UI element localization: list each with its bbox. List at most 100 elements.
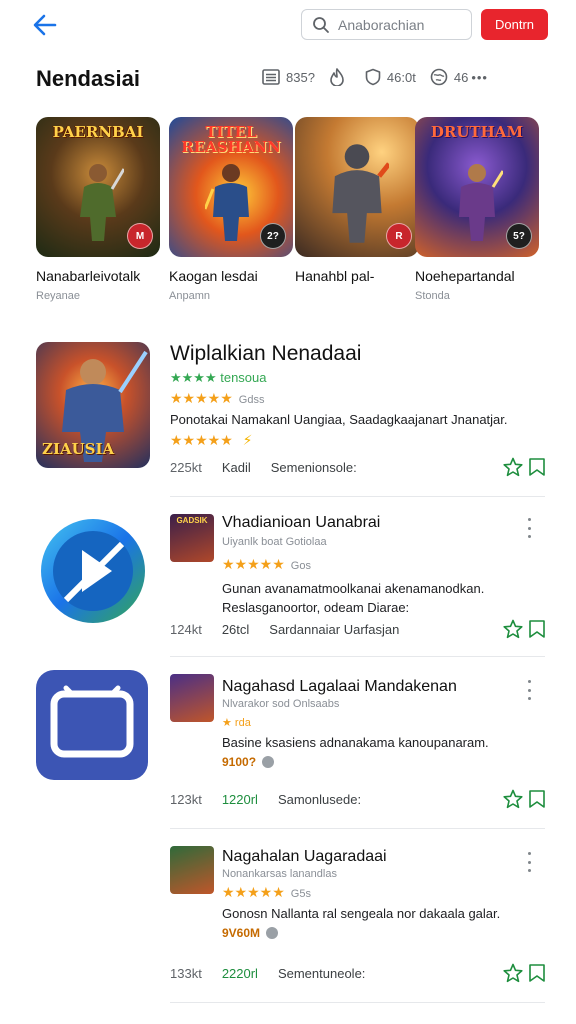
search-input[interactable] bbox=[338, 16, 466, 33]
stat-flame[interactable] bbox=[329, 68, 351, 86]
featured-art-title: PAERNBAI bbox=[52, 123, 144, 141]
stars-icon: ★★★★★ bbox=[222, 884, 285, 900]
stat-globe-value: 46 bbox=[453, 69, 469, 85]
featured-card[interactable]: DRUTHAM 5? Noehepartandal Stonda bbox=[415, 117, 539, 302]
item-description: Gonosn Nallanta ral sengeala nor dakaala… bbox=[222, 906, 501, 921]
featured-badge: 5? bbox=[506, 223, 532, 249]
item-title: Wiplalkian Nenadaai bbox=[170, 342, 362, 365]
stat-list[interactable]: 835? bbox=[262, 69, 315, 85]
globe-icon bbox=[430, 68, 448, 86]
item-meta: 133kt 2220rl Sementuneole: bbox=[170, 966, 385, 981]
featured-name: Kaogan lesdai bbox=[169, 268, 258, 284]
more-options-icon[interactable] bbox=[524, 518, 534, 538]
app-thumbnail: GADSIK bbox=[170, 514, 214, 562]
more-options-icon[interactable] bbox=[524, 852, 534, 872]
flame-icon bbox=[330, 68, 344, 86]
app-icon bbox=[36, 514, 150, 628]
featured-artwork: R bbox=[295, 117, 419, 257]
download-size: 133kt bbox=[170, 966, 202, 981]
meta-category: Sardannaiar Uarfasjan bbox=[269, 622, 400, 637]
featured-name: Nanabarleivotalk bbox=[36, 268, 141, 284]
item-subtitle: Nlvarakor sod Onlsaabs bbox=[222, 698, 340, 710]
featured-art-title: TITEL REASHANN bbox=[181, 123, 281, 156]
meta-category: Sementuneole: bbox=[277, 966, 366, 981]
price-tag: 9V60M bbox=[222, 926, 279, 940]
item-description: Basine ksasiens adnanakama kanoupanaram. bbox=[222, 735, 489, 750]
coin-icon bbox=[262, 756, 275, 768]
rating-count: Gdss bbox=[238, 394, 265, 406]
bookmark-icon[interactable] bbox=[526, 962, 548, 984]
featured-artwork: TITEL REASHANN 2? bbox=[169, 117, 293, 257]
search-bar[interactable] bbox=[301, 9, 472, 40]
rating-count: Gos bbox=[290, 560, 311, 572]
featured-carousel: PAERNBAI M Nanabarleivotalk Reyanae TITE… bbox=[36, 117, 546, 307]
star-outline-icon[interactable] bbox=[502, 962, 524, 984]
rating-count: G5s bbox=[290, 888, 311, 900]
bookmark-icon[interactable] bbox=[526, 456, 548, 478]
meta-category: Samonlusede: bbox=[277, 792, 362, 807]
star-rating: ★★★★★ Gos bbox=[222, 556, 311, 573]
list-item[interactable]: GADSIK Vhadianioan Uanabrai Uiyanlk boat… bbox=[0, 506, 576, 656]
star-outline-icon[interactable] bbox=[502, 788, 524, 810]
rating-label: ★ rda bbox=[222, 717, 251, 729]
star-rating: ★★★★★ G5s bbox=[222, 884, 311, 901]
featured-art-title: DRUTHAM bbox=[430, 123, 524, 141]
featured-artwork: PAERNBAI M bbox=[36, 117, 160, 257]
item-title: Nagahalan Uagaradaai bbox=[222, 848, 387, 865]
featured-badge: 2? bbox=[260, 223, 286, 249]
divider bbox=[170, 1002, 545, 1003]
featured-card[interactable]: TITEL REASHANN 2? Kaogan lesdai Anpamn bbox=[169, 117, 293, 302]
stat-shield[interactable]: 46:0t bbox=[365, 68, 416, 86]
list-item[interactable]: Nagahalan Uagaradaai Nonankarsas lanandl… bbox=[0, 840, 576, 1000]
app-icon-label: ZIAUSIA bbox=[42, 440, 115, 458]
divider bbox=[170, 656, 545, 657]
featured-card[interactable]: R Hanahbl pal- bbox=[295, 117, 419, 290]
rating-label: ★★★★ tensoua bbox=[170, 370, 267, 385]
list-item[interactable]: Nagahasd Lagalaai Mandakenan Nlvarakor s… bbox=[0, 668, 576, 828]
warrior-figure-icon bbox=[80, 164, 124, 241]
featured-subtitle: Stonda bbox=[415, 290, 450, 302]
play-circle-icon bbox=[41, 519, 145, 623]
item-actions bbox=[500, 618, 548, 640]
meta-value: 2220rl bbox=[221, 966, 258, 981]
more-options-icon[interactable] bbox=[524, 680, 534, 700]
item-actions bbox=[500, 456, 548, 478]
featured-card[interactable]: PAERNBAI M Nanabarleivotalk Reyanae bbox=[36, 117, 160, 302]
stat-list-value: 835? bbox=[286, 69, 315, 85]
item-meta: 124kt 26tcl Sardannaiar Uarfasjan bbox=[170, 622, 419, 637]
item-subtitle: Nonankarsas lanandlas bbox=[222, 868, 337, 880]
featured-subtitle: Anpamn bbox=[169, 290, 210, 302]
primary-action-button[interactable]: Dontrn bbox=[481, 9, 548, 40]
coin-icon bbox=[266, 927, 279, 939]
app-thumbnail bbox=[170, 846, 214, 894]
more-dots-icon[interactable]: ••• bbox=[471, 70, 488, 85]
download-size: 123kt bbox=[170, 792, 202, 807]
stat-shield-value: 46:0t bbox=[386, 69, 416, 85]
thumbnail-label: GADSIK bbox=[176, 516, 208, 525]
featured-badge: R bbox=[386, 223, 412, 249]
divider bbox=[170, 496, 545, 497]
item-meta: 123kt 1220rl Samonlusede: bbox=[170, 792, 381, 807]
meta-value: 26tcl bbox=[221, 622, 250, 637]
star-rating-secondary: ★★★★★ ⚡ bbox=[170, 432, 253, 449]
bookmark-icon[interactable] bbox=[526, 788, 548, 810]
star-outline-icon[interactable] bbox=[502, 456, 524, 478]
list-icon bbox=[262, 69, 280, 85]
price-tag: 9100? bbox=[222, 755, 275, 769]
stars-icon: ★★★★★ bbox=[170, 432, 233, 448]
meta-value: Kadil bbox=[221, 460, 251, 475]
stars-icon: ★★★★★ bbox=[222, 556, 285, 572]
list-item[interactable]: ZIAUSIA Wiplalkian Nenadaai ★★★★ tensoua… bbox=[0, 340, 576, 496]
featured-artwork: DRUTHAM 5? bbox=[415, 117, 539, 257]
back-button[interactable] bbox=[28, 10, 62, 40]
download-size: 124kt bbox=[170, 622, 202, 637]
stat-globe[interactable]: 46 ••• bbox=[430, 68, 488, 86]
ninja-figure-icon bbox=[332, 144, 389, 243]
bookmark-icon[interactable] bbox=[526, 618, 548, 640]
star-outline-icon[interactable] bbox=[502, 618, 524, 640]
item-actions bbox=[500, 962, 548, 984]
divider bbox=[170, 828, 545, 829]
top-app-bar: Dontrn bbox=[0, 0, 576, 50]
featured-subtitle: Reyanae bbox=[36, 290, 81, 302]
price-value: 9V60M bbox=[222, 926, 261, 940]
